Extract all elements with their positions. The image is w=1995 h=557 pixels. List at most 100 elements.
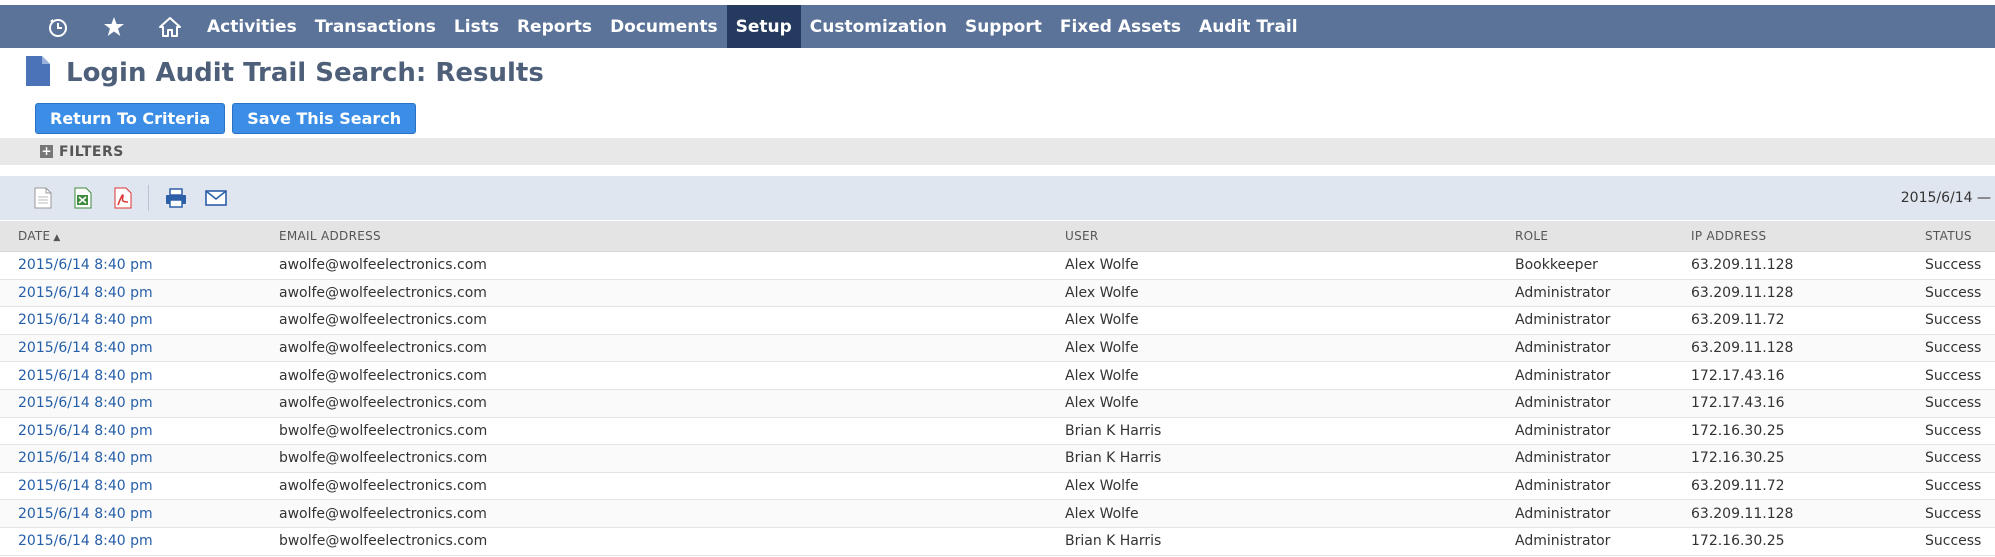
date-cell[interactable]: 2015/6/14 8:40 pm bbox=[0, 251, 279, 280]
nav-item-fixed-assets[interactable]: Fixed Assets bbox=[1051, 5, 1190, 48]
return-to-criteria-button[interactable]: Return To Criteria bbox=[35, 103, 226, 134]
results-table: DATE ▲ EMAIL ADDRESS USER ROLE IP ADDRESS… bbox=[0, 221, 1995, 556]
email-icon[interactable] bbox=[203, 185, 229, 211]
nav-item-lists[interactable]: Lists bbox=[445, 5, 508, 48]
export-excel-icon[interactable] bbox=[70, 185, 96, 211]
table-row: 2015/6/14 8:40 pm awolfe@wolfeelectronics… bbox=[0, 361, 1995, 390]
table-row: 2015/6/14 8:40 pm awolfe@wolfeelectronics… bbox=[0, 389, 1995, 418]
export-csv-icon[interactable] bbox=[30, 185, 56, 211]
date-cell[interactable]: 2015/6/14 8:40 pm bbox=[0, 334, 279, 363]
email-cell: awolfe@wolfeelectronics.com bbox=[279, 499, 1065, 528]
date-cell[interactable]: 2015/6/14 8:40 pm bbox=[0, 361, 279, 390]
status-cell: Success bbox=[1925, 527, 1995, 556]
date-cell[interactable]: 2015/6/14 8:40 pm bbox=[0, 472, 279, 501]
email-cell: awolfe@wolfeelectronics.com bbox=[279, 251, 1065, 280]
ip-cell: 63.209.11.72 bbox=[1691, 472, 1925, 501]
user-cell: Alex Wolfe bbox=[1065, 389, 1515, 418]
nav-menu: Activities Transactions Lists Reports Docume… bbox=[198, 5, 1307, 48]
date-cell[interactable]: 2015/6/14 8:40 pm bbox=[0, 306, 279, 335]
user-cell: Alex Wolfe bbox=[1065, 472, 1515, 501]
column-header-user[interactable]: USER bbox=[1065, 221, 1515, 252]
role-cell: Administrator bbox=[1515, 417, 1691, 446]
table-row: 2015/6/14 8:40 pm awolfe@wolfeelectronics… bbox=[0, 472, 1995, 501]
table-row: 2015/6/14 8:40 pm awolfe@wolfeelectronics… bbox=[0, 251, 1995, 280]
status-cell: Success bbox=[1925, 389, 1995, 418]
sort-ascending-icon: ▲ bbox=[53, 233, 61, 243]
filters-label[interactable]: FILTERS bbox=[59, 144, 124, 160]
date-cell[interactable]: 2015/6/14 8:40 pm bbox=[0, 417, 279, 446]
date-cell[interactable]: 2015/6/14 8:40 pm bbox=[0, 499, 279, 528]
home-icon[interactable] bbox=[142, 5, 198, 48]
email-cell: awolfe@wolfeelectronics.com bbox=[279, 361, 1065, 390]
column-header-date[interactable]: DATE ▲ bbox=[0, 221, 279, 252]
user-cell: Alex Wolfe bbox=[1065, 334, 1515, 363]
role-cell: Administrator bbox=[1515, 306, 1691, 335]
date-cell[interactable]: 2015/6/14 8:40 pm bbox=[0, 279, 279, 308]
action-buttons: Return To Criteria Save This Search bbox=[35, 103, 417, 134]
role-cell: Administrator bbox=[1515, 527, 1691, 556]
user-cell: Alex Wolfe bbox=[1065, 279, 1515, 308]
toolbar-separator bbox=[148, 185, 149, 211]
email-cell: awolfe@wolfeelectronics.com bbox=[279, 306, 1065, 335]
status-cell: Success bbox=[1925, 444, 1995, 473]
column-header-ip[interactable]: IP ADDRESS bbox=[1691, 221, 1925, 252]
status-cell: Success bbox=[1925, 334, 1995, 363]
star-icon[interactable] bbox=[86, 5, 142, 48]
user-cell: Alex Wolfe bbox=[1065, 251, 1515, 280]
email-cell: awolfe@wolfeelectronics.com bbox=[279, 472, 1065, 501]
ip-cell: 63.209.11.128 bbox=[1691, 499, 1925, 528]
role-cell: Bookkeeper bbox=[1515, 251, 1691, 280]
document-icon bbox=[26, 56, 50, 90]
email-cell: awolfe@wolfeelectronics.com bbox=[279, 334, 1065, 363]
status-cell: Success bbox=[1925, 417, 1995, 446]
nav-item-setup[interactable]: Setup bbox=[726, 5, 801, 48]
save-search-button[interactable]: Save This Search bbox=[232, 103, 417, 134]
status-cell: Success bbox=[1925, 306, 1995, 335]
column-header-status[interactable]: STATUS bbox=[1925, 221, 1995, 252]
table-row: 2015/6/14 8:40 pm bwolfe@wolfeelectronics… bbox=[0, 444, 1995, 473]
status-cell: Success bbox=[1925, 472, 1995, 501]
filters-bar: + FILTERS bbox=[0, 138, 1995, 165]
page-header: Login Audit Trail Search: Results bbox=[26, 56, 544, 90]
expand-filters-icon[interactable]: + bbox=[40, 145, 53, 158]
ip-cell: 172.16.30.25 bbox=[1691, 444, 1925, 473]
export-pdf-icon[interactable] bbox=[110, 185, 136, 211]
table-row: 2015/6/14 8:40 pm awolfe@wolfeelectronics… bbox=[0, 334, 1995, 363]
date-cell[interactable]: 2015/6/14 8:40 pm bbox=[0, 527, 279, 556]
role-cell: Administrator bbox=[1515, 472, 1691, 501]
page-title: Login Audit Trail Search: Results bbox=[66, 58, 544, 88]
nav-item-documents[interactable]: Documents bbox=[601, 5, 727, 48]
email-cell: bwolfe@wolfeelectronics.com bbox=[279, 417, 1065, 446]
date-range-label: 2015/6/14 — bbox=[1900, 190, 1991, 206]
status-cell: Success bbox=[1925, 361, 1995, 390]
role-cell: Administrator bbox=[1515, 334, 1691, 363]
role-cell: Administrator bbox=[1515, 361, 1691, 390]
table-row: 2015/6/14 8:40 pm awolfe@wolfeelectronics… bbox=[0, 499, 1995, 528]
nav-item-support[interactable]: Support bbox=[956, 5, 1051, 48]
top-nav-bar: Activities Transactions Lists Reports Docume… bbox=[0, 5, 1995, 48]
print-icon[interactable] bbox=[163, 185, 189, 211]
nav-item-customization[interactable]: Customization bbox=[801, 5, 956, 48]
date-cell[interactable]: 2015/6/14 8:40 pm bbox=[0, 444, 279, 473]
status-cell: Success bbox=[1925, 499, 1995, 528]
nav-item-transactions[interactable]: Transactions bbox=[306, 5, 445, 48]
user-cell: Brian K Harris bbox=[1065, 417, 1515, 446]
table-row: 2015/6/14 8:40 pm bwolfe@wolfeelectronics… bbox=[0, 527, 1995, 556]
ip-cell: 63.209.11.72 bbox=[1691, 306, 1925, 335]
column-header-role[interactable]: ROLE bbox=[1515, 221, 1691, 252]
role-cell: Administrator bbox=[1515, 499, 1691, 528]
email-cell: awolfe@wolfeelectronics.com bbox=[279, 279, 1065, 308]
results-toolbar: 2015/6/14 — bbox=[0, 176, 1995, 220]
nav-item-audit-trail[interactable]: Audit Trail bbox=[1190, 5, 1307, 48]
user-cell: Alex Wolfe bbox=[1065, 499, 1515, 528]
status-cell: Success bbox=[1925, 251, 1995, 280]
nav-item-reports[interactable]: Reports bbox=[508, 5, 601, 48]
email-cell: bwolfe@wolfeelectronics.com bbox=[279, 444, 1065, 473]
recent-icon[interactable] bbox=[30, 5, 86, 48]
nav-item-activities[interactable]: Activities bbox=[198, 5, 306, 48]
status-cell: Success bbox=[1925, 279, 1995, 308]
column-header-email[interactable]: EMAIL ADDRESS bbox=[279, 221, 1065, 252]
table-header-row: DATE ▲ EMAIL ADDRESS USER ROLE IP ADDRESS… bbox=[0, 221, 1995, 252]
date-cell[interactable]: 2015/6/14 8:40 pm bbox=[0, 389, 279, 418]
role-cell: Administrator bbox=[1515, 389, 1691, 418]
